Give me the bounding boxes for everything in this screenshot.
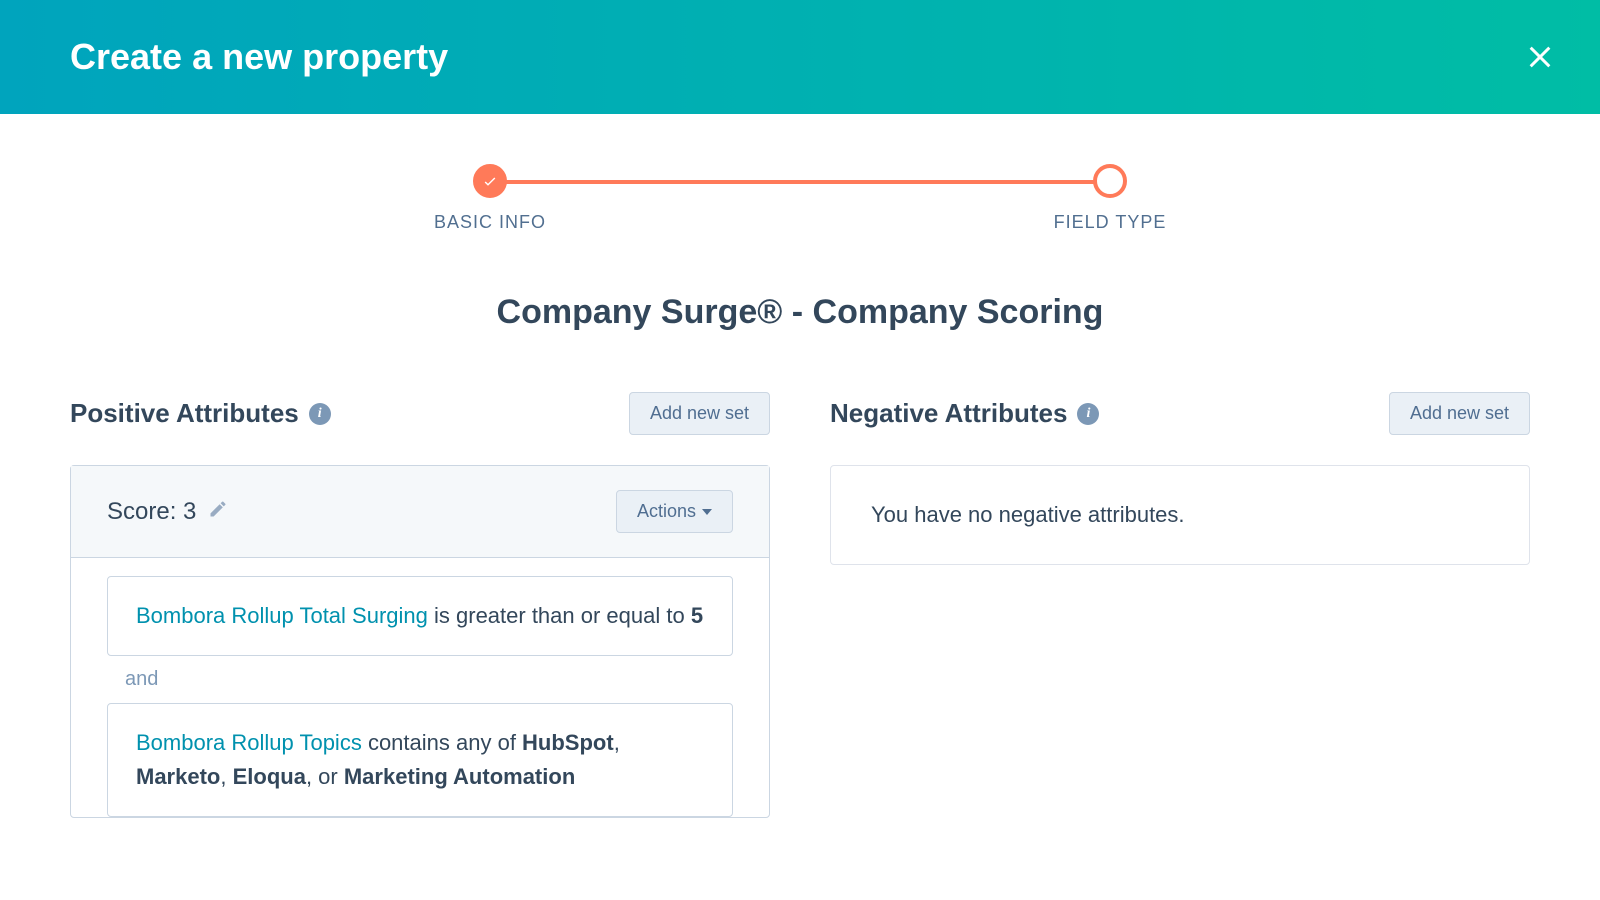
score-label: Score: 3 xyxy=(107,498,228,526)
rule-item[interactable]: Bombora Rollup Topics contains any of Hu… xyxy=(107,703,733,817)
empty-state-text: You have no negative attributes. xyxy=(871,502,1185,527)
modal-title: Create a new property xyxy=(70,36,448,78)
info-icon[interactable]: i xyxy=(309,403,331,425)
actions-button[interactable]: Actions xyxy=(616,490,733,533)
property-name-title: Company Surge® - Company Scoring xyxy=(0,293,1600,332)
add-new-set-button[interactable]: Add new set xyxy=(629,392,770,435)
empty-state-card: You have no negative attributes. xyxy=(830,465,1530,565)
positive-attributes-column: Positive Attributes i Add new set Score:… xyxy=(70,392,770,818)
rule-operator: contains any of xyxy=(362,730,522,755)
step-circle-icon xyxy=(1093,164,1127,198)
rule-property: Bombora Rollup Total Surging xyxy=(136,603,428,628)
step-basic-info[interactable]: BASIC INFO xyxy=(430,164,550,233)
rule-value: Eloqua xyxy=(233,764,306,789)
rule-item[interactable]: Bombora Rollup Total Surging is greater … xyxy=(107,576,733,656)
negative-attributes-title: Negative Attributes i xyxy=(830,398,1099,429)
rule-value: Marketo xyxy=(136,764,220,789)
rule-joiner: and xyxy=(107,656,733,703)
stepper: BASIC INFO FIELD TYPE xyxy=(0,164,1600,233)
rules-list: Bombora Rollup Total Surging is greater … xyxy=(71,558,769,817)
step-field-type[interactable]: FIELD TYPE xyxy=(1050,164,1170,233)
positive-attributes-title: Positive Attributes i xyxy=(70,398,331,429)
stepper-line xyxy=(505,180,1095,184)
step-label: BASIC INFO xyxy=(434,212,546,233)
step-label: FIELD TYPE xyxy=(1054,212,1167,233)
close-icon[interactable] xyxy=(1520,37,1560,77)
attribute-set-card: Score: 3 Actions Bombora Rollup Total Su… xyxy=(70,465,770,818)
rule-value: Marketing Automation xyxy=(344,764,575,789)
rule-property: Bombora Rollup Topics xyxy=(136,730,362,755)
rule-operator: is greater than or equal to xyxy=(428,603,691,628)
rule-value: HubSpot xyxy=(522,730,614,755)
check-icon xyxy=(473,164,507,198)
pencil-icon[interactable] xyxy=(208,498,228,526)
modal-header: Create a new property xyxy=(0,0,1600,114)
rule-value: 5 xyxy=(691,603,703,628)
attributes-columns: Positive Attributes i Add new set Score:… xyxy=(0,392,1600,818)
add-new-set-button[interactable]: Add new set xyxy=(1389,392,1530,435)
chevron-down-icon xyxy=(702,509,712,515)
negative-attributes-column: Negative Attributes i Add new set You ha… xyxy=(830,392,1530,818)
info-icon[interactable]: i xyxy=(1077,403,1099,425)
